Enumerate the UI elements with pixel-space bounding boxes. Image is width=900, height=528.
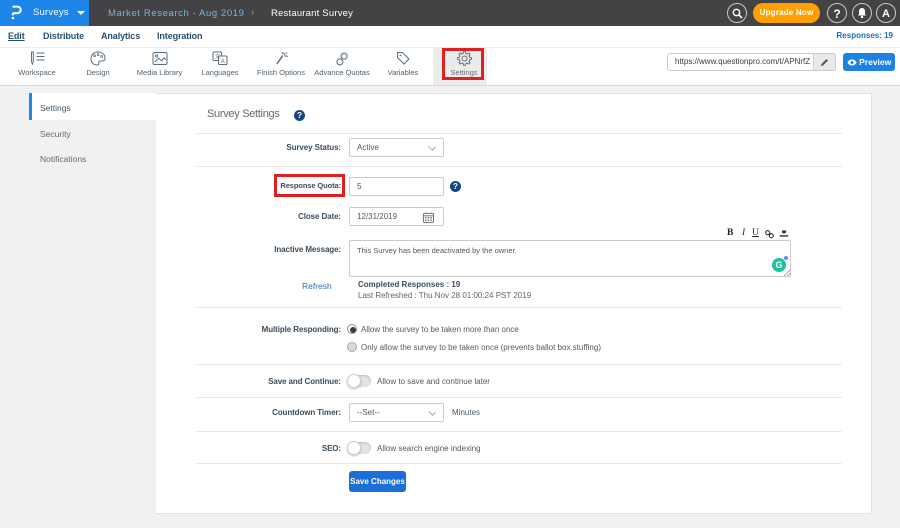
svg-text:文: 文 bbox=[214, 53, 220, 61]
svg-text:A: A bbox=[220, 59, 224, 65]
